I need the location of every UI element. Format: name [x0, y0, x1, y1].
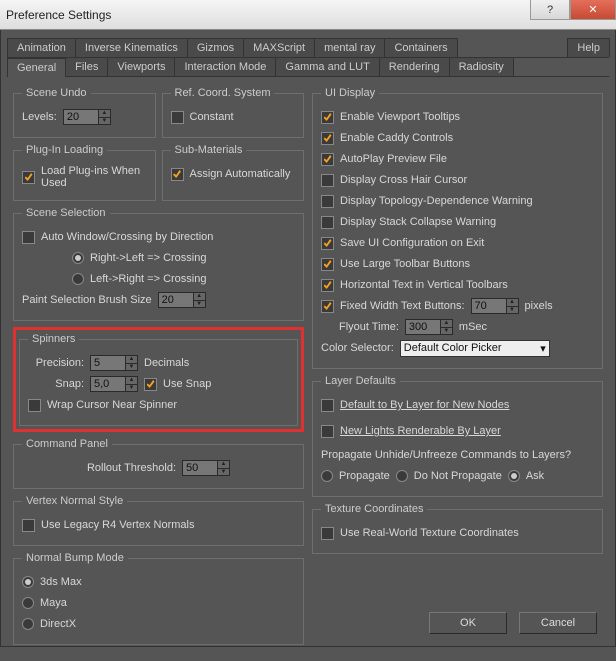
window-controls: ? ✕ — [530, 0, 616, 22]
tab-radiosity[interactable]: Radiosity — [449, 57, 514, 76]
rad-3dsmax[interactable] — [22, 576, 34, 588]
group-texture-coords: Texture Coordinates Use Real-World Textu… — [312, 503, 603, 554]
ok-button[interactable]: OK — [429, 612, 507, 634]
tab-maxscript[interactable]: MAXScript — [243, 38, 315, 57]
cancel-button[interactable]: Cancel — [519, 612, 597, 634]
group-ui-display: UI Display Enable Viewport TooltipsEnabl… — [312, 87, 603, 369]
tab-row-2: General Files Viewports Interaction Mode… — [7, 57, 609, 77]
color-selector-label: Color Selector: — [321, 342, 394, 354]
undo-levels-label: Levels: — [22, 111, 57, 123]
chk-constant[interactable] — [171, 111, 184, 124]
chk-ui-7[interactable] — [321, 258, 334, 271]
legend-cmdpanel: Command Panel — [22, 438, 112, 450]
chk-new-lights[interactable] — [321, 425, 334, 438]
legend-submat: Sub-Materials — [171, 144, 247, 156]
chk-real-world[interactable] — [321, 527, 334, 540]
tab-containers[interactable]: Containers — [384, 38, 457, 57]
window-title: Preference Settings — [6, 8, 111, 22]
flyout-spinner[interactable]: ▲▼ — [405, 319, 453, 335]
chk-legacy-r4[interactable] — [22, 519, 35, 532]
precision-label: Precision: — [28, 357, 84, 369]
rollout-thr-spinner[interactable]: ▲▼ — [182, 460, 230, 476]
legend-scene-sel: Scene Selection — [22, 207, 110, 219]
chk-ui-3[interactable] — [321, 174, 334, 187]
tab-help[interactable]: Help — [567, 38, 610, 57]
client-area: Animation Inverse Kinematics Gizmos MAXS… — [0, 30, 616, 647]
brush-spinner[interactable]: ▲▼ — [158, 292, 206, 308]
chk-assign-auto[interactable] — [171, 168, 184, 181]
tab-animation[interactable]: Animation — [7, 38, 76, 57]
chk-fixed-width[interactable] — [321, 300, 334, 313]
chk-default-by-layer[interactable] — [321, 399, 334, 412]
tab-files[interactable]: Files — [65, 57, 108, 76]
precision-spinner[interactable]: ▲▼ — [90, 355, 138, 371]
legend-tex: Texture Coordinates — [321, 503, 427, 515]
fixed-width-spinner[interactable]: ▲▼ — [471, 298, 519, 314]
undo-levels-spinner[interactable]: ▲▼ — [63, 109, 111, 125]
legend-bump: Normal Bump Mode — [22, 552, 128, 564]
chk-use-snap[interactable] — [144, 378, 157, 391]
tab-rendering[interactable]: Rendering — [379, 57, 450, 76]
chevron-down-icon: ▾ — [540, 342, 546, 355]
chk-ui-8[interactable] — [321, 279, 334, 292]
legend-spinners: Spinners — [28, 333, 79, 345]
tab-ik[interactable]: Inverse Kinematics — [75, 38, 188, 57]
rad-directx[interactable] — [22, 618, 34, 630]
tab-general[interactable]: General — [7, 58, 66, 77]
snap-spinner[interactable]: ▲▼ — [90, 376, 138, 392]
brush-label: Paint Selection Brush Size — [22, 294, 152, 306]
tab-gizmos[interactable]: Gizmos — [187, 38, 244, 57]
rad-r2l[interactable] — [72, 252, 84, 264]
tab-interaction[interactable]: Interaction Mode — [174, 57, 276, 76]
chk-wrap-cursor[interactable] — [28, 399, 41, 412]
chk-auto-window[interactable] — [22, 231, 35, 244]
tab-gamma[interactable]: Gamma and LUT — [275, 57, 379, 76]
tab-row-1: Animation Inverse Kinematics Gizmos MAXS… — [7, 38, 609, 58]
legend-ref-coord: Ref. Coord. System — [171, 87, 275, 99]
group-ref-coord: Ref. Coord. System Constant — [162, 87, 305, 138]
rad-propagate[interactable] — [321, 470, 333, 482]
legend-ui: UI Display — [321, 87, 379, 99]
color-selector-dropdown[interactable]: Default Color Picker▾ — [400, 340, 550, 357]
highlight-box: Spinners Precision: ▲▼ Decimals Snap: ▲▼… — [13, 327, 304, 432]
titlebar: Preference Settings ? ✕ — [0, 0, 616, 30]
content: Scene Undo Levels: ▲▼ Ref. Coord. System… — [7, 77, 609, 661]
chk-ui-1[interactable] — [321, 132, 334, 145]
group-plugin-loading: Plug-In Loading Load Plug-ins When Used — [13, 144, 156, 201]
group-scene-selection: Scene Selection Auto Window/Crossing by … — [13, 207, 304, 321]
legend-plugin: Plug-In Loading — [22, 144, 107, 156]
group-vertex-normal: Vertex Normal Style Use Legacy R4 Vertex… — [13, 495, 304, 546]
group-scene-undo: Scene Undo Levels: ▲▼ — [13, 87, 156, 138]
chk-ui-0[interactable] — [321, 111, 334, 124]
close-button[interactable]: ✕ — [570, 0, 616, 20]
tab-mentalray[interactable]: mental ray — [314, 38, 385, 57]
rad-l2r[interactable] — [72, 273, 84, 285]
chk-ui-5[interactable] — [321, 216, 334, 229]
rad-maya[interactable] — [22, 597, 34, 609]
tab-viewports[interactable]: Viewports — [107, 57, 175, 76]
chk-ui-4[interactable] — [321, 195, 334, 208]
rad-do-not-propagate[interactable] — [396, 470, 408, 482]
right-column: UI Display Enable Viewport TooltipsEnabl… — [312, 87, 603, 651]
group-sub-materials: Sub-Materials Assign Automatically — [162, 144, 305, 201]
legend-vnorm: Vertex Normal Style — [22, 495, 127, 507]
help-button[interactable]: ? — [530, 0, 570, 20]
chk-ui-2[interactable] — [321, 153, 334, 166]
group-layer-defaults: Layer Defaults Default to By Layer for N… — [312, 375, 603, 497]
left-column: Scene Undo Levels: ▲▼ Ref. Coord. System… — [13, 87, 304, 651]
chk-load-plugins[interactable] — [22, 171, 35, 184]
rad-ask[interactable] — [508, 470, 520, 482]
legend-scene-undo: Scene Undo — [22, 87, 91, 99]
chk-ui-6[interactable] — [321, 237, 334, 250]
decimals-label: Decimals — [144, 357, 189, 369]
dialog-buttons: OK Cancel — [429, 612, 597, 634]
flyout-label: Flyout Time: — [339, 321, 399, 333]
group-spinners: Spinners Precision: ▲▼ Decimals Snap: ▲▼… — [19, 333, 298, 426]
rollout-thr-label: Rollout Threshold: — [87, 462, 176, 474]
group-normal-bump: Normal Bump Mode 3ds Max Maya DirectX — [13, 552, 304, 645]
group-command-panel: Command Panel Rollout Threshold: ▲▼ — [13, 438, 304, 489]
legend-layer: Layer Defaults — [321, 375, 400, 387]
snap-label: Snap: — [28, 378, 84, 390]
